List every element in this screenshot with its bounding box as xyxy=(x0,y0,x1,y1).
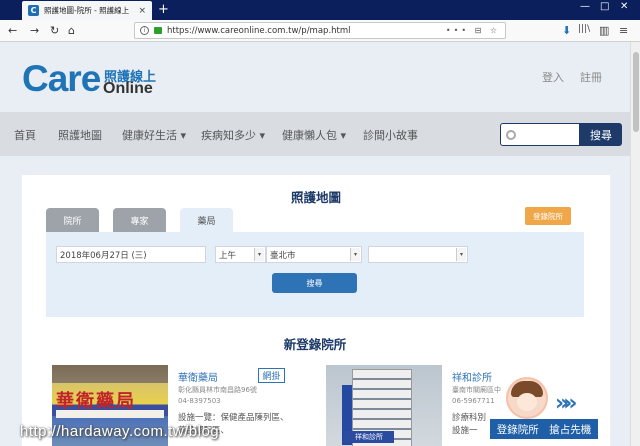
library-icon[interactable]: |||\ xyxy=(578,24,590,34)
back-icon[interactable]: ← xyxy=(8,24,17,38)
search-form: 2018年06月27日 (三) 上午 ▾ 臺北市 ▾ ▾ 搜尋 xyxy=(46,232,584,317)
scrollbar-thumb[interactable] xyxy=(633,52,639,132)
window-close-icon[interactable]: ✕ xyxy=(620,1,628,12)
home-icon[interactable]: ⌂ xyxy=(68,24,75,38)
page-actions-icons[interactable]: ••• ⊟ ☆ xyxy=(446,26,500,35)
listing-photo[interactable]: 祥和診所 xyxy=(326,365,442,446)
reload-icon[interactable]: ↻ xyxy=(50,24,59,38)
city-value: 臺北市 xyxy=(270,250,296,261)
search-icon xyxy=(506,129,516,140)
site-info-icon[interactable]: i xyxy=(140,26,149,35)
browser-tab-bar: C 照護地圖-院所 - 照護線上 × + — □ ✕ xyxy=(0,0,640,20)
page-content: Care 照護線上 Online 登入 註冊 首頁 照護地圖 健康好生活 ▾ 疾… xyxy=(0,42,630,446)
care-map-title: 照護地圖 xyxy=(290,190,341,205)
minimize-icon[interactable]: — xyxy=(580,1,590,12)
site-favicon-icon: C xyxy=(28,5,39,16)
maximize-icon[interactable]: □ xyxy=(600,1,609,12)
menu-icon[interactable]: ≡ xyxy=(619,24,628,37)
nurse-avatar xyxy=(506,377,548,419)
register-link[interactable]: 註冊 xyxy=(580,69,602,85)
avatar-face xyxy=(517,393,537,411)
photo-sign-text: 祥和診所 xyxy=(344,431,394,443)
register-promo[interactable]: »» 登錄院所 搶占先機 xyxy=(486,377,600,446)
scrollbar[interactable] xyxy=(630,42,640,446)
chevron-down-icon: ▾ xyxy=(254,248,264,261)
menu-item-healthy-life[interactable]: 健康好生活 ▾ xyxy=(122,127,186,143)
tab-close-icon[interactable]: × xyxy=(138,6,146,16)
menu-item-care-map[interactable]: 照護地圖 xyxy=(58,127,102,143)
menu-item-clinic-stories[interactable]: 診間小故事 xyxy=(363,127,418,143)
download-icon[interactable]: ⬇ xyxy=(562,24,571,37)
login-link[interactable]: 登入 xyxy=(542,69,564,85)
lock-icon xyxy=(154,27,162,34)
tab-title: 照護地圖-院所 - 照護線上 xyxy=(44,6,130,15)
main-menu: 首頁 照護地圖 健康好生活 ▾ 疾病知多少 ▾ 健康懶人包 ▾ 診間小故事 搜尋 xyxy=(0,112,630,156)
double-chevron-icon: »» xyxy=(555,391,578,416)
period-select[interactable]: 上午 ▾ xyxy=(215,246,266,263)
district-select[interactable]: ▾ xyxy=(368,246,468,263)
register-clinic-button[interactable]: 登錄院所 xyxy=(525,207,571,225)
online-registration-badge[interactable]: 網掛 xyxy=(258,368,285,383)
date-value: 2018年06月27日 (三) xyxy=(60,250,147,261)
new-tab-button[interactable]: + xyxy=(158,2,169,17)
new-listings-title: 新登錄院所 xyxy=(283,337,347,352)
forward-icon[interactable]: → xyxy=(30,24,39,38)
sidebar-icon[interactable]: ▥ xyxy=(599,24,609,37)
search-button[interactable]: 搜尋 xyxy=(580,123,622,146)
blog-watermark: http://hardaway.com.tw/blog xyxy=(20,423,220,440)
city-select[interactable]: 臺北市 ▾ xyxy=(266,246,362,263)
browser-tab[interactable]: C 照護地圖-院所 - 照護線上 × xyxy=(22,1,152,20)
listing-phone: 04-8397503 xyxy=(178,397,221,405)
period-value: 上午 xyxy=(219,250,237,261)
site-header: Care 照護線上 Online 登入 註冊 xyxy=(0,42,630,112)
search-submit-button[interactable]: 搜尋 xyxy=(272,273,357,293)
logo-online-text[interactable]: Online xyxy=(103,80,153,98)
listing-name[interactable]: 華衛藥局 xyxy=(178,369,218,384)
chevron-down-icon: ▾ xyxy=(350,248,360,261)
photo-sign-strip xyxy=(56,410,164,418)
tab-pharmacies[interactable]: 藥局 xyxy=(180,208,233,232)
logo-care-text[interactable]: Care xyxy=(22,60,101,98)
promo-banner[interactable]: 登錄院所 搶占先機 xyxy=(490,419,598,439)
menu-item-diseases[interactable]: 疾病知多少 ▾ xyxy=(201,127,265,143)
menu-item-health-guides[interactable]: 健康懶人包 ▾ xyxy=(282,127,346,143)
chevron-down-icon: ▾ xyxy=(456,248,466,261)
menu-item-home[interactable]: 首頁 xyxy=(14,127,36,143)
tab-experts[interactable]: 專家 xyxy=(113,208,166,232)
browser-nav-bar: ← → ↻ ⌂ i https://www.careonline.com.tw/… xyxy=(0,20,640,42)
site-search: 搜尋 xyxy=(500,123,622,146)
listing-address: 彰化縣員林市南昌路96號 xyxy=(178,386,257,394)
address-bar[interactable]: i https://www.careonline.com.tw/p/map.ht… xyxy=(134,22,506,39)
search-input[interactable] xyxy=(500,123,580,146)
date-input[interactable]: 2018年06月27日 (三) xyxy=(56,246,206,263)
url-text[interactable]: https://www.careonline.com.tw/p/map.html xyxy=(167,26,441,36)
tab-clinics[interactable]: 院所 xyxy=(46,208,99,232)
